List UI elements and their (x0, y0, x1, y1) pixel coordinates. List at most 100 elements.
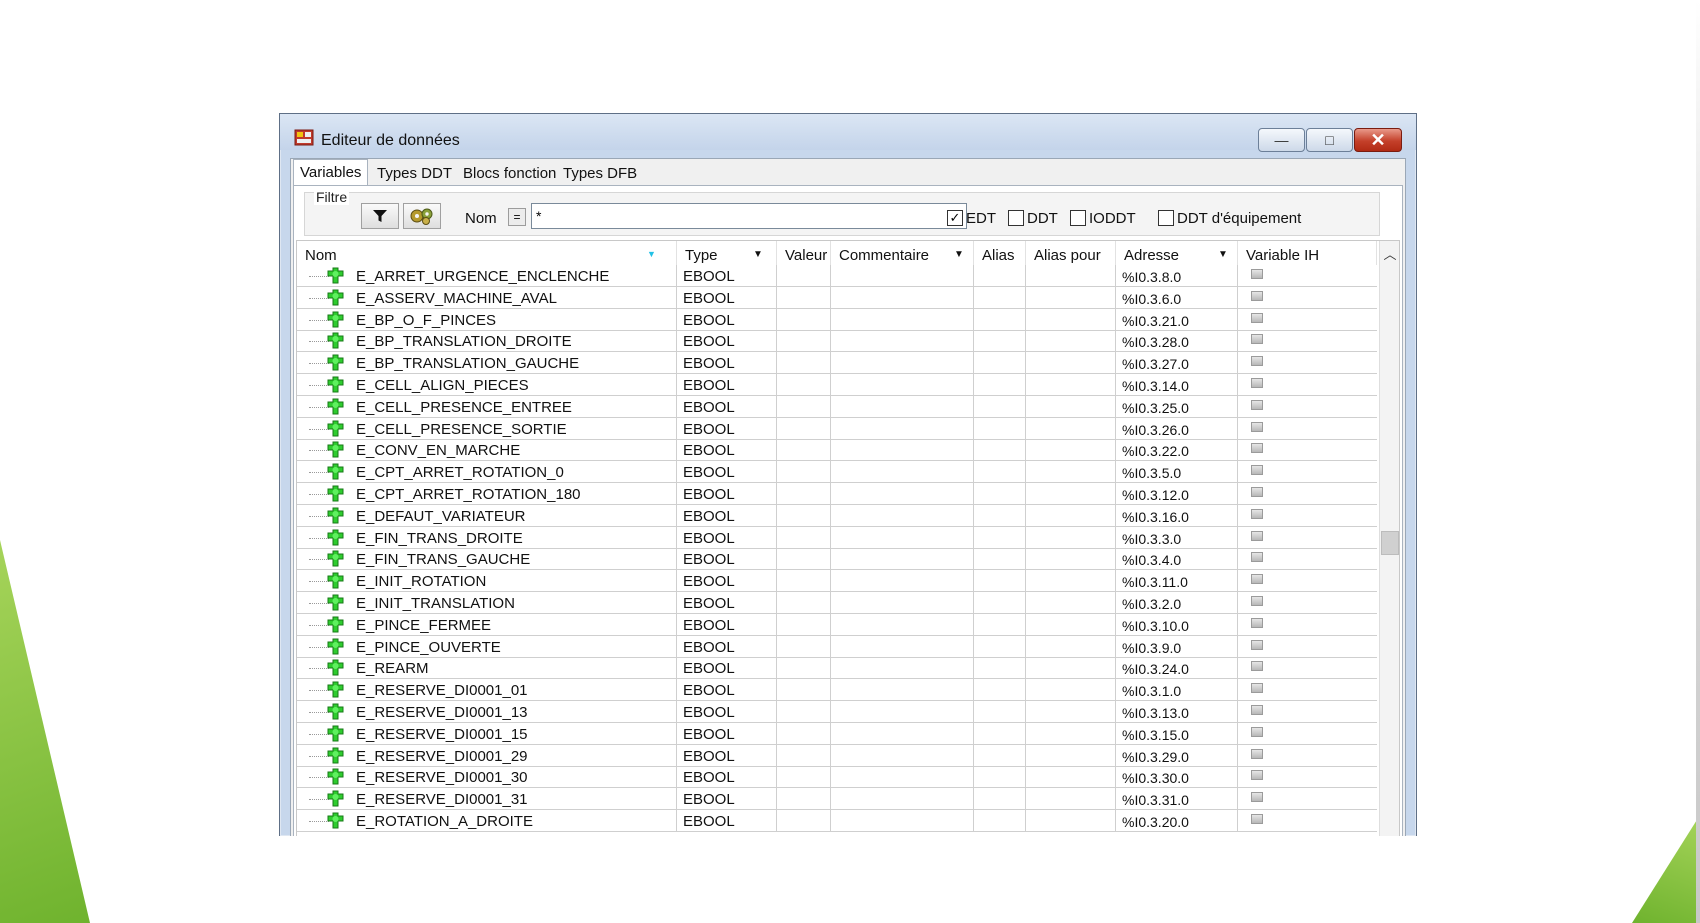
cell-alias[interactable] (974, 548, 1026, 571)
cell-alias-pour[interactable] (1026, 265, 1116, 287)
table-row[interactable]: E_RESERVE_DI0001_30 EBOOL %I0.3.30.0 (297, 766, 1377, 789)
cell-valeur[interactable] (777, 395, 831, 418)
cell-address[interactable]: %I0.3.29.0 (1116, 744, 1238, 767)
scroll-up-button[interactable]: ︿ (1380, 241, 1399, 265)
cell-valeur[interactable] (777, 286, 831, 309)
cell-valeur[interactable] (777, 766, 831, 789)
cell-alias[interactable] (974, 810, 1026, 832)
cell-variable-ih[interactable] (1238, 309, 1377, 331)
cell-address[interactable]: %I0.3.27.0 (1116, 352, 1238, 375)
cell-alias-pour[interactable] (1026, 657, 1116, 680)
column-header-alias-pour[interactable]: Alias pour (1026, 241, 1116, 265)
cell-commentaire[interactable] (831, 526, 974, 549)
checkbox-ddt-box[interactable] (1008, 210, 1024, 226)
cell-alias[interactable] (974, 308, 1026, 331)
cell-address[interactable]: %I0.3.26.0 (1116, 417, 1238, 440)
column-header-type[interactable]: Type ▼ (677, 241, 777, 265)
name-filter-input[interactable] (531, 203, 967, 229)
cell-name[interactable]: E_PINCE_FERMEE (297, 613, 677, 636)
cell-type[interactable]: EBOOL (677, 657, 777, 680)
cell-variable-ih[interactable] (1238, 679, 1377, 701)
vertical-scrollbar[interactable]: ︿ (1379, 241, 1399, 836)
cell-name[interactable]: E_CELL_PRESENCE_ENTREE (297, 395, 677, 418)
cell-commentaire[interactable] (831, 483, 974, 505)
cell-type[interactable]: EBOOL (677, 548, 777, 571)
table-row[interactable]: E_PINCE_OUVERTE EBOOL %I0.3.9.0 (297, 635, 1377, 658)
cell-commentaire[interactable] (831, 417, 974, 440)
cell-type[interactable]: EBOOL (677, 417, 777, 440)
cell-address[interactable]: %I0.3.12.0 (1116, 483, 1238, 505)
cell-address[interactable]: %I0.3.3.0 (1116, 526, 1238, 549)
cell-commentaire[interactable] (831, 701, 974, 723)
cell-address[interactable]: %I0.3.5.0 (1116, 461, 1238, 484)
cell-alias[interactable] (974, 483, 1026, 505)
cell-type[interactable]: EBOOL (677, 461, 777, 484)
cell-variable-ih[interactable] (1238, 527, 1377, 549)
cell-valeur[interactable] (777, 330, 831, 353)
close-button[interactable]: ✕ (1354, 128, 1402, 152)
cell-alias[interactable] (974, 352, 1026, 375)
table-row[interactable]: E_ROTATION_A_DROITE EBOOL %I0.3.20.0 (297, 810, 1377, 832)
cell-valeur[interactable] (777, 635, 831, 658)
cell-type[interactable]: EBOOL (677, 330, 777, 353)
cell-variable-ih[interactable] (1238, 766, 1377, 788)
cell-variable-ih[interactable] (1238, 723, 1377, 745)
cell-type[interactable]: EBOOL (677, 788, 777, 811)
cell-name[interactable]: E_RESERVE_DI0001_15 (297, 722, 677, 745)
cell-alias-pour[interactable] (1026, 635, 1116, 658)
cell-alias[interactable] (974, 613, 1026, 636)
cell-variable-ih[interactable] (1238, 483, 1377, 505)
cell-address[interactable]: %I0.3.13.0 (1116, 701, 1238, 723)
cell-alias[interactable] (974, 395, 1026, 418)
cell-alias[interactable] (974, 788, 1026, 811)
cell-type[interactable]: EBOOL (677, 374, 777, 396)
cell-address[interactable]: %I0.3.1.0 (1116, 679, 1238, 702)
cell-variable-ih[interactable] (1238, 788, 1377, 810)
cell-alias[interactable] (974, 439, 1026, 462)
table-row[interactable]: E_RESERVE_DI0001_13 EBOOL %I0.3.13.0 (297, 701, 1377, 723)
cell-commentaire[interactable] (831, 439, 974, 462)
tab-types-ddt[interactable]: Types DDT (371, 163, 458, 185)
cell-type[interactable]: EBOOL (677, 439, 777, 462)
cell-alias-pour[interactable] (1026, 330, 1116, 353)
cell-variable-ih[interactable] (1238, 810, 1377, 832)
cell-name[interactable]: E_CONV_EN_MARCHE (297, 439, 677, 462)
cell-type[interactable]: EBOOL (677, 592, 777, 614)
cell-commentaire[interactable] (831, 374, 974, 396)
cell-alias[interactable] (974, 330, 1026, 353)
cell-valeur[interactable] (777, 526, 831, 549)
cell-alias-pour[interactable] (1026, 788, 1116, 811)
scroll-thumb[interactable] (1381, 531, 1399, 555)
checkbox-ioddt[interactable]: IODDT (1070, 208, 1136, 228)
cell-alias-pour[interactable] (1026, 526, 1116, 549)
checkbox-ddt-equipement[interactable]: DDT d'équipement (1158, 208, 1301, 228)
cell-name[interactable]: E_ROTATION_A_DROITE (297, 810, 677, 832)
cell-valeur[interactable] (777, 679, 831, 702)
cell-variable-ih[interactable] (1238, 548, 1377, 570)
column-header-commentaire[interactable]: Commentaire ▼ (831, 241, 974, 265)
cell-name[interactable]: E_FIN_TRANS_DROITE (297, 526, 677, 549)
cell-address[interactable]: %I0.3.15.0 (1116, 722, 1238, 745)
cell-alias[interactable] (974, 265, 1026, 287)
cell-commentaire[interactable] (831, 570, 974, 593)
cell-valeur[interactable] (777, 461, 831, 484)
cell-alias[interactable] (974, 635, 1026, 658)
cell-address[interactable]: %I0.3.9.0 (1116, 635, 1238, 658)
table-row[interactable]: E_BP_TRANSLATION_GAUCHE EBOOL %I0.3.27.0 (297, 352, 1377, 375)
cell-commentaire[interactable] (831, 504, 974, 527)
table-row[interactable]: E_ARRET_URGENCE_ENCLENCHE EBOOL %I0.3.8.0 (297, 265, 1377, 287)
table-row[interactable]: E_BP_O_F_PINCES EBOOL %I0.3.21.0 (297, 308, 1377, 331)
cell-valeur[interactable] (777, 744, 831, 767)
table-row[interactable]: E_PINCE_FERMEE EBOOL %I0.3.10.0 (297, 613, 1377, 636)
cell-variable-ih[interactable] (1238, 505, 1377, 527)
cell-commentaire[interactable] (831, 635, 974, 658)
cell-commentaire[interactable] (831, 657, 974, 680)
cell-address[interactable]: %I0.3.16.0 (1116, 504, 1238, 527)
cell-alias-pour[interactable] (1026, 461, 1116, 484)
checkbox-ddt-equipement-box[interactable] (1158, 210, 1174, 226)
cell-type[interactable]: EBOOL (677, 613, 777, 636)
cell-name[interactable]: E_RESERVE_DI0001_30 (297, 766, 677, 789)
apply-filter-button[interactable] (361, 203, 399, 229)
cell-valeur[interactable] (777, 810, 831, 832)
cell-type[interactable]: EBOOL (677, 504, 777, 527)
